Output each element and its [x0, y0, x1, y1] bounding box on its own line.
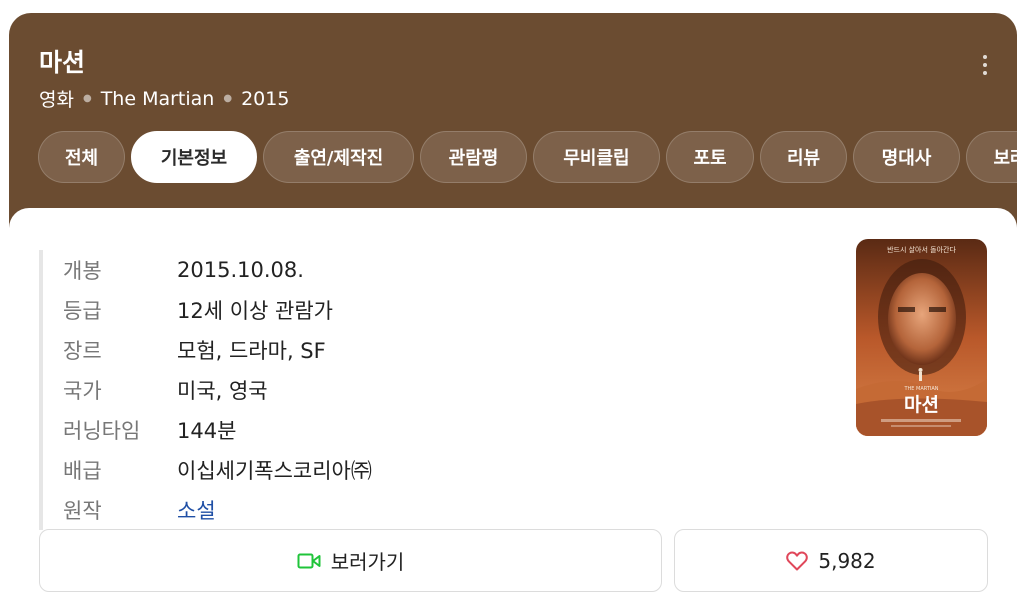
info-row-distributor: 배급 이십세기폭스코리아㈜: [43, 450, 643, 490]
svg-text:마션: 마션: [904, 394, 939, 416]
info-panel: 개봉 2015.10.08. 등급 12세 이상 관람가 장르 모험, 드라마,…: [9, 208, 1017, 613]
tab-movie-clips[interactable]: 무비클립: [533, 131, 660, 183]
dot-separator: ●: [82, 93, 92, 104]
info-value: 144분: [177, 419, 237, 443]
movie-card: 마션 영화 ● The Martian ● 2015 전체 기본정보 출연/제작…: [9, 13, 1017, 613]
info-value: 12세 이상 관람가: [177, 299, 333, 323]
watch-button-label: 보러가기: [330, 550, 405, 574]
meta-original-title: The Martian: [100, 87, 215, 110]
tab-reviews[interactable]: 리뷰: [760, 131, 847, 183]
info-value: 모험, 드라마, SF: [177, 339, 326, 363]
like-button[interactable]: 5,982: [674, 529, 988, 592]
tab-photos[interactable]: 포토: [666, 131, 754, 183]
tab-basic-info[interactable]: 기본정보: [131, 131, 257, 183]
info-label: 원작: [63, 499, 102, 523]
movie-meta: 영화 ● The Martian ● 2015: [39, 85, 289, 112]
info-row-genre: 장르 모험, 드라마, SF: [43, 330, 643, 370]
svg-text:반드시 살아서 돌아간다: 반드시 살아서 돌아간다: [887, 245, 956, 254]
meta-year: 2015: [241, 87, 290, 110]
info-label: 개봉: [63, 259, 102, 283]
tab-watch[interactable]: 보러: [966, 131, 1017, 183]
info-row-release: 개봉 2015.10.08.: [43, 250, 643, 290]
info-label: 등급: [63, 299, 102, 323]
video-camera-icon: [297, 552, 321, 570]
info-row-original-work: 원작 소설: [43, 490, 643, 530]
info-list: 개봉 2015.10.08. 등급 12세 이상 관람가 장르 모험, 드라마,…: [39, 250, 643, 530]
info-label: 배급: [63, 459, 102, 483]
watch-button[interactable]: 보러가기: [39, 529, 662, 592]
info-label: 국가: [63, 379, 102, 403]
meta-type: 영화: [39, 89, 74, 111]
info-value: 2015.10.08.: [177, 258, 304, 282]
movie-poster[interactable]: 반드시 살아서 돌아간다 THE MARTIAN 마션: [856, 239, 987, 436]
info-label: 러닝타임: [63, 419, 141, 443]
tab-reviews-rating[interactable]: 관람평: [420, 131, 527, 183]
tab-bar: 전체 기본정보 출연/제작진 관람평 무비클립 포토 리뷰 명대사 보러: [38, 131, 1017, 185]
info-value: 이십세기폭스코리아㈜: [177, 459, 372, 483]
movie-title: 마션: [39, 48, 86, 77]
info-row-country: 국가 미국, 영국: [43, 370, 643, 410]
tab-cast-crew[interactable]: 출연/제작진: [263, 131, 414, 183]
dot-separator: ●: [223, 93, 233, 104]
tab-famous-lines[interactable]: 명대사: [853, 131, 960, 183]
info-row-rating: 등급 12세 이상 관람가: [43, 290, 643, 330]
more-options-icon[interactable]: [973, 51, 997, 79]
heart-icon: [786, 551, 809, 571]
info-label: 장르: [63, 339, 102, 363]
like-count: 5,982: [818, 548, 876, 573]
tab-all[interactable]: 전체: [38, 131, 125, 183]
info-row-runtime: 러닝타임 144분: [43, 410, 643, 450]
original-work-link[interactable]: 소설: [177, 495, 216, 525]
svg-text:THE MARTIAN: THE MARTIAN: [903, 386, 938, 392]
info-value: 미국, 영국: [177, 379, 268, 403]
